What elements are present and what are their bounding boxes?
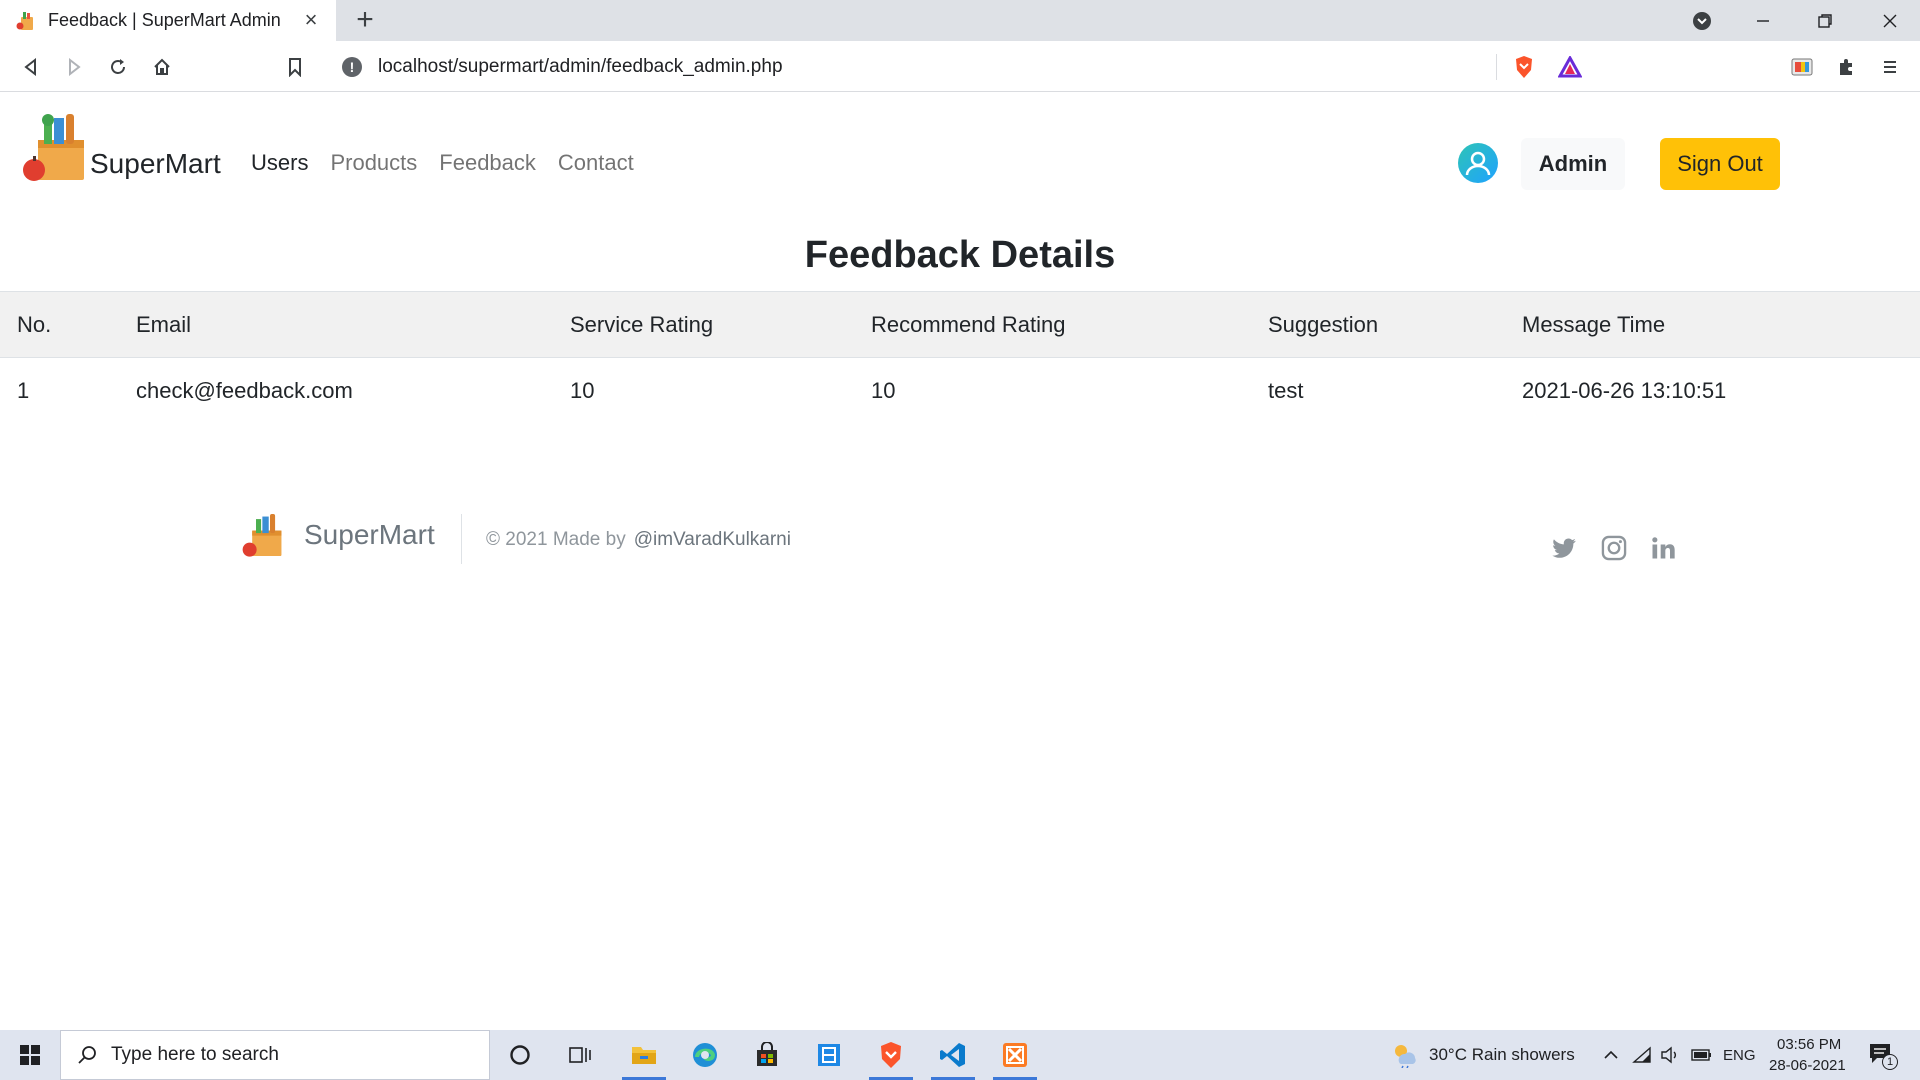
footer: SuperMart © 2021 Made by @imVaradKulkarni [0,512,1920,592]
navbar: SuperMart Users Products Feedback Contac… [0,92,1920,232]
browser-toolbar: ! localhost/supermart/admin/feedback_adm… [0,41,1920,92]
nav-link-products[interactable]: Products [330,150,417,176]
browser-tab[interactable]: Feedback | SuperMart Admin × [0,0,336,41]
notification-badge: 1 [1882,1054,1898,1070]
new-tab-button[interactable]: + [350,5,380,36]
sign-out-button[interactable]: Sign Out [1660,138,1780,190]
app-blue-icon[interactable] [801,1030,857,1080]
task-view-icon[interactable] [552,1030,608,1080]
site-info-icon[interactable]: ! [342,56,362,77]
browser-tabstrip: Feedback | SuperMart Admin × + [0,0,1920,41]
windows-taskbar: Type here to search 30°C Rain showers EN… [0,1030,1920,1080]
language-indicator[interactable]: ENG [1723,1047,1756,1064]
tab-title: Feedback | SuperMart Admin [48,10,281,30]
back-icon[interactable] [17,53,45,81]
page-content: SuperMart Users Products Feedback Contac… [0,92,1920,1030]
supermart-logo [23,114,84,181]
brave-taskbar-icon[interactable] [863,1030,919,1080]
col-header-recommend-rating: Recommend Rating [871,311,1066,337]
cell-message-time: 2021-06-26 13:10:51 [1522,377,1727,403]
cell-email: check@feedback.com [136,377,353,403]
battery-icon[interactable] [1691,1048,1713,1067]
menu-icon[interactable] [1876,53,1904,81]
nav-link-feedback[interactable]: Feedback [439,150,536,176]
clock-time[interactable]: 03:56 PM [1777,1036,1841,1053]
feedback-table: No. Email Service Rating Recommend Ratin… [0,291,1920,424]
cell-service-rating: 10 [570,377,595,403]
omnibox-divider [1496,54,1497,80]
tab-search-icon[interactable] [1672,0,1732,41]
footer-brand[interactable]: SuperMart [242,512,435,558]
footer-logo [242,514,282,557]
volume-icon[interactable] [1660,1046,1680,1069]
extensions-puzzle-icon[interactable] [1832,53,1860,81]
brave-shields-icon[interactable] [1510,53,1538,81]
notification-center-icon[interactable]: 1 [1868,1042,1898,1070]
search-icon [78,1046,96,1064]
col-header-suggestion: Suggestion [1268,311,1379,337]
twitter-icon[interactable] [1550,534,1578,562]
col-header-no: No. [17,311,52,337]
user-avatar-icon[interactable] [1458,143,1498,183]
xampp-icon[interactable] [987,1030,1043,1080]
cell-suggestion: test [1268,377,1304,403]
col-header-email: Email [136,311,192,337]
extension-color-icon[interactable] [1788,53,1816,81]
windows-start-icon[interactable] [0,1030,60,1080]
restore-icon[interactable] [1795,0,1855,41]
cell-recommend-rating: 10 [871,377,896,403]
store-icon[interactable] [739,1030,795,1080]
page-title: Feedback Details [804,234,1116,276]
footer-brand-name: SuperMart [304,519,435,550]
brave-rewards-icon[interactable] [1556,53,1584,81]
url-text: localhost/supermart/admin/feedback_admin… [378,55,783,77]
table-header-row: No. Email Service Rating Recommend Ratin… [0,291,1920,358]
col-header-message-time: Message Time [1522,311,1666,337]
tab-close-icon[interactable]: × [300,9,322,31]
footer-divider [461,514,462,564]
weather-icon[interactable] [1391,1042,1419,1069]
instagram-icon[interactable] [1600,534,1628,562]
cortana-icon[interactable] [492,1030,548,1080]
search-placeholder: Type here to search [111,1044,279,1065]
minimize-icon[interactable] [1733,0,1793,41]
nav-links: Users Products Feedback Contact [251,150,656,176]
brand-name: SuperMart [90,148,221,179]
cell-no: 1 [17,377,30,403]
close-window-icon[interactable] [1860,0,1920,41]
footer-copyright: © 2021 Made by @imVaradKulkarni [486,529,791,551]
nav-link-users[interactable]: Users [251,150,308,176]
network-icon[interactable] [1632,1046,1652,1069]
vscode-icon[interactable] [925,1030,981,1080]
reload-icon[interactable] [104,53,132,81]
nav-link-contact[interactable]: Contact [558,150,634,176]
edge-browser-icon[interactable] [677,1030,733,1080]
home-icon[interactable] [148,53,176,81]
supermart-favicon [16,11,33,30]
clock-date[interactable]: 28-06-2021 [1769,1057,1846,1074]
table-row: 1 check@feedback.com 10 10 test 2021-06-… [0,358,1920,424]
linkedin-icon[interactable] [1649,534,1677,562]
taskbar-search-input[interactable]: Type here to search [60,1030,490,1080]
col-header-service-rating: Service Rating [570,311,714,337]
show-hidden-icons-icon[interactable] [1602,1046,1620,1069]
weather-text[interactable]: 30°C Rain showers [1429,1045,1575,1065]
file-explorer-icon[interactable] [616,1030,672,1080]
navbar-brand[interactable]: SuperMart [22,112,221,182]
forward-icon[interactable] [60,53,88,81]
author-link[interactable]: @imVaradKulkarni [634,529,791,550]
bookmark-icon[interactable] [281,53,309,81]
address-bar[interactable]: ! localhost/supermart/admin/feedback_adm… [326,48,1596,85]
admin-button[interactable]: Admin [1521,138,1625,190]
copyright-text: © 2021 Made by [486,529,626,550]
